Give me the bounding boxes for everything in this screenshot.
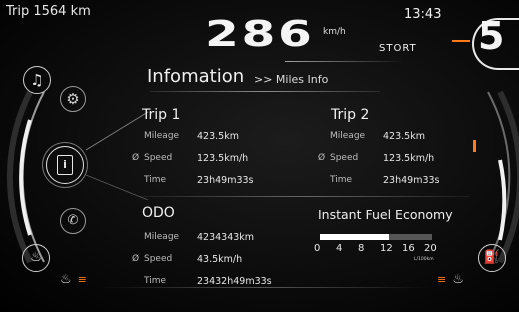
trip2-speed-value: 123.5km/h <box>383 153 435 164</box>
fuel-scale-tick: 16 <box>402 243 415 254</box>
fuel-unit: L/100km <box>414 257 434 262</box>
seat-heat-right-icon[interactable]: ≡ ♨ <box>437 272 464 287</box>
cluster-screen: Trip 1564 km 286 km/h 13:43 STORT 5 Info… <box>0 0 519 312</box>
fuel-title: Instant Fuel Economy <box>318 207 453 222</box>
trip2-time-label: Time <box>330 175 353 185</box>
trip2-title: Trip 2 <box>331 107 370 123</box>
trip1-speed-value: 123.5km/h <box>197 153 249 164</box>
section-divider <box>140 196 470 197</box>
fuel-bar-fill <box>320 234 389 240</box>
trip1-speed-label: Speed <box>144 153 173 163</box>
odo-time-label: Time <box>144 276 167 286</box>
music-icon[interactable]: ♫ <box>23 66 51 94</box>
seat-heat-left-icon[interactable]: ♨ ≡ <box>60 272 87 287</box>
fuel-scale: 0 4 8 12 16 20 <box>310 243 444 257</box>
coolant-temp-icon: ♨ <box>22 244 50 272</box>
odo-avg-symbol: Ø <box>132 254 140 264</box>
odo-time-value: 23432h49m33s <box>197 276 272 287</box>
trip1-title: Trip 1 <box>142 107 181 123</box>
trip1-mileage-label: Mileage <box>144 131 180 141</box>
settings-gear-icon[interactable]: ⚙ <box>60 86 86 112</box>
odo-title: ODO <box>142 205 175 221</box>
trip2-mileage-label: Mileage <box>330 131 366 141</box>
fuel-pump-icon: ⛽ <box>478 244 506 272</box>
phone-icon[interactable]: ✆ <box>60 208 86 234</box>
trip1-time-label: Time <box>144 175 167 185</box>
right-orange-marker <box>473 140 476 152</box>
trip1-mileage-value: 423.5km <box>197 131 239 142</box>
odo-mileage-value: 4234343km <box>197 232 255 243</box>
fuel-bar <box>320 234 432 240</box>
odo-mileage-label: Mileage <box>144 232 180 242</box>
fuel-scale-tick: 20 <box>424 243 437 254</box>
trip1-avg-symbol: Ø <box>132 153 140 163</box>
trip1-time-value: 23h49m33s <box>197 175 254 186</box>
trip2-speed-label: Speed <box>330 153 359 163</box>
bottom-line <box>100 287 430 288</box>
fuel-scale-tick: 12 <box>380 243 393 254</box>
trip2-mileage-value: 423.5km <box>383 131 425 142</box>
fuel-scale-tick: 4 <box>336 243 343 254</box>
fuel-scale-tick: 0 <box>314 243 321 254</box>
info-icon[interactable]: i <box>46 146 84 184</box>
fuel-scale-tick: 8 <box>358 243 365 254</box>
odo-speed-value: 43.5km/h <box>197 254 243 265</box>
trip2-avg-symbol: Ø <box>318 153 326 163</box>
trip2-time-value: 23h49m33s <box>383 175 440 186</box>
odo-speed-label: Speed <box>144 254 173 264</box>
